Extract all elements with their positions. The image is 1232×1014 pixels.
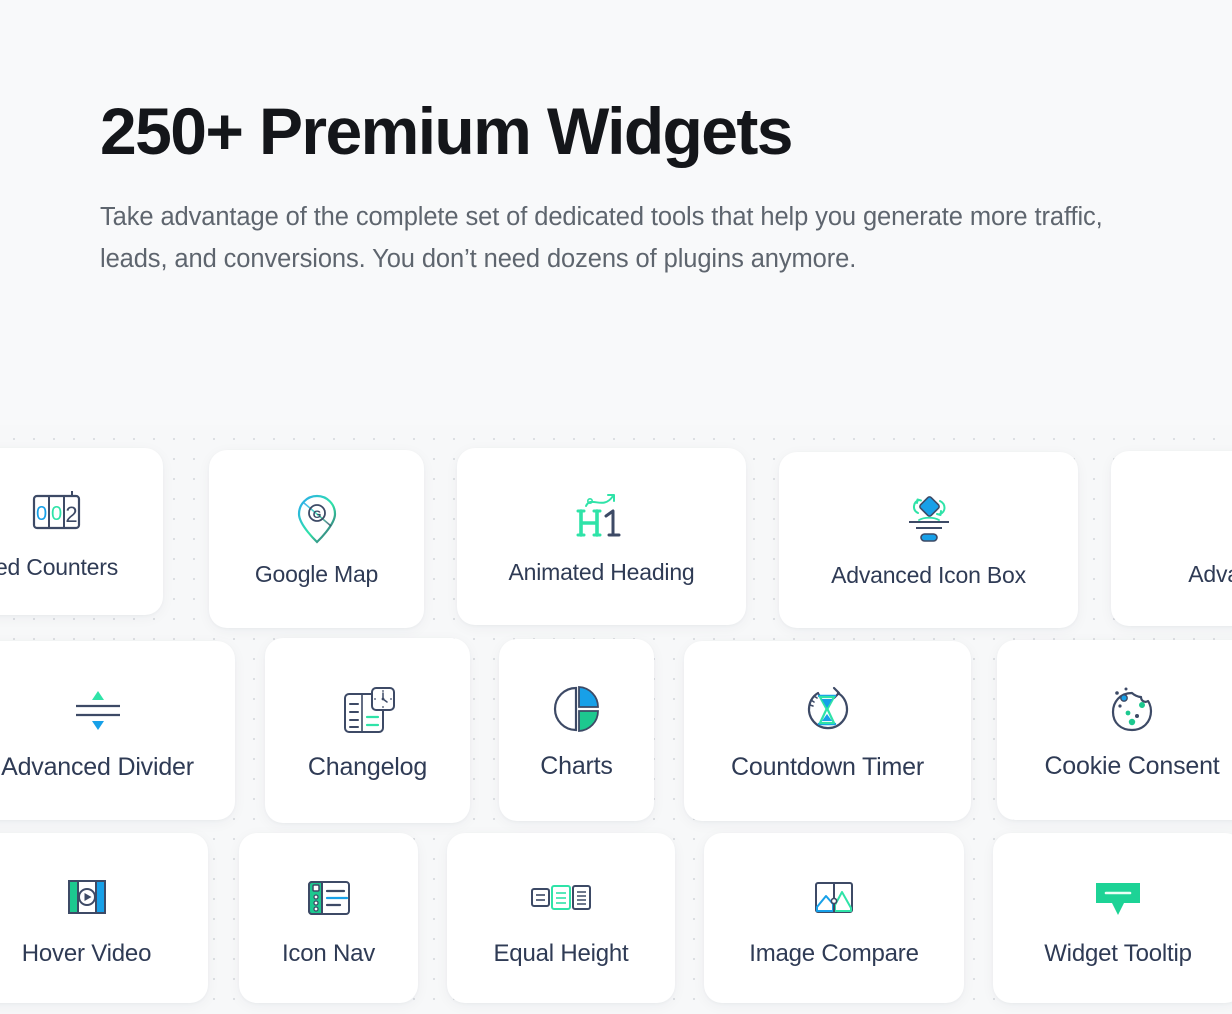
widget-card-animated-heading[interactable]: Animated Heading [457, 448, 746, 625]
widget-card-label: Cookie Consent [1044, 752, 1220, 780]
widget-card-label: Equal Height [493, 939, 629, 967]
page-subtitle: Take advantage of the complete set of de… [100, 203, 1103, 273]
widget-card-label: Charts [540, 752, 613, 780]
widget-grid: 0 0 2 ed Counters G Google Map Animated … [0, 425, 1232, 1014]
widget-card-equal-height[interactable]: Equal Height [447, 833, 675, 1003]
widget-card-changelog[interactable]: Changelog [265, 638, 470, 823]
hero-section: 250+ Premium Widgets Take advantage of t… [0, 0, 1232, 425]
image-compare-icon [810, 868, 858, 928]
widget-tooltip-icon [1090, 868, 1146, 928]
widget-card-google-map[interactable]: G Google Map [209, 450, 424, 628]
widget-card-cookie-consent[interactable]: Cookie Consent [997, 640, 1232, 820]
countdown-timer-icon [800, 680, 856, 740]
widget-card-charts[interactable]: Charts [499, 639, 654, 821]
widget-card-label: Hover Video [21, 939, 152, 967]
widget-card-label: Changelog [307, 752, 428, 781]
svg-text:G: G [312, 509, 321, 521]
changelog-icon [339, 680, 397, 740]
widget-card-widget-tooltip[interactable]: Widget Tooltip [993, 833, 1232, 1003]
advanced-icon-box-icon [901, 490, 957, 550]
widget-card-label: Animated Heading [508, 558, 695, 585]
equal-height-icon [530, 868, 592, 928]
widget-card-label: Countdown Timer [731, 753, 924, 781]
svg-text:0: 0 [35, 503, 46, 525]
icon-nav-icon [302, 868, 356, 928]
widget-card-label: Google Map [254, 561, 379, 588]
widget-card-hover-video[interactable]: Hover Video [0, 833, 208, 1003]
hover-video-icon [61, 868, 113, 928]
widget-card-label: ed Counters [0, 553, 119, 580]
widget-card-advanced-icon-box[interactable]: Advanced Icon Box [779, 452, 1078, 628]
animated-counters-icon: 0 0 2 [32, 482, 82, 542]
widget-card-icon-nav[interactable]: Icon Nav [239, 833, 418, 1003]
page-title: 250+ Premium Widgets [100, 94, 793, 168]
widget-card-advanced-divider[interactable]: Advanced Divider [0, 641, 235, 820]
widget-card-label: Advanced Icon Box [831, 562, 1026, 589]
widget-card-label: Advanced Divider [1, 752, 194, 781]
widget-card-label: Image Compare [749, 939, 919, 967]
animated-heading-icon [573, 487, 631, 547]
widget-card-label: Icon Nav [281, 939, 376, 967]
widget-card-label: Advanc [1188, 560, 1232, 587]
advanced-divider-icon [70, 680, 126, 740]
charts-icon [552, 679, 602, 739]
cookie-consent-icon [1104, 679, 1160, 739]
svg-text:2: 2 [65, 502, 77, 527]
widget-card-advanced-clipped[interactable]: Advanc [1111, 451, 1232, 626]
google-map-icon: G [295, 489, 339, 549]
widget-card-image-compare[interactable]: Image Compare [704, 833, 964, 1003]
widget-card-animated-counters[interactable]: 0 0 2 ed Counters [0, 448, 163, 615]
widget-card-countdown-timer[interactable]: Countdown Timer [684, 641, 971, 821]
widget-card-label: Widget Tooltip [1044, 939, 1192, 967]
svg-text:0: 0 [50, 503, 61, 525]
